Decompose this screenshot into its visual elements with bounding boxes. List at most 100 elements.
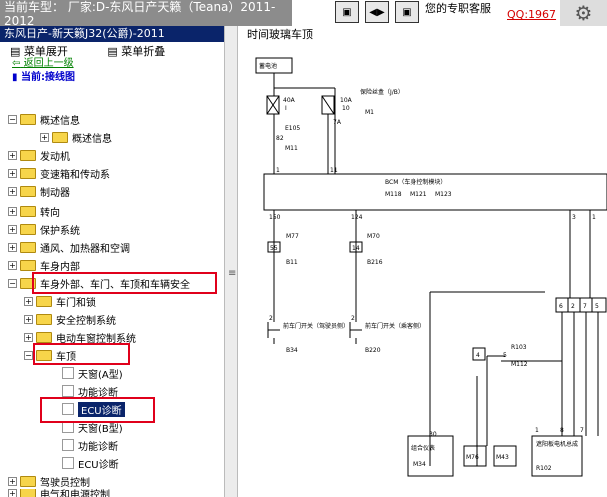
tree-item-transmission[interactable]: + 变速箱和传动系 (8, 164, 110, 182)
conn-7: 7 (583, 303, 587, 310)
tree-item-label: 通风、加热器和空调 (40, 243, 130, 255)
tree-item-engine[interactable]: + 发动机 (8, 146, 70, 164)
expand-icon[interactable]: + (8, 224, 17, 234)
document-icon (62, 385, 74, 397)
conn-8: 8 (560, 427, 564, 434)
conn-1: 1 (535, 427, 539, 434)
expand-icon[interactable]: + (8, 168, 17, 178)
m121-connector: M121 (410, 191, 427, 198)
e105-connector: E105 (285, 125, 300, 132)
highlight-ecu (40, 397, 155, 423)
b220-connector: B220 (365, 347, 381, 354)
wiring-diagram-pane: 时间玻璃车顶 蓄电池 40A I 10A 10 保险丝盒（J/B） M1 E10… (245, 26, 607, 497)
tree-item-label: 驾驶员控制 (40, 477, 90, 489)
b11-connector: B11 (286, 259, 298, 266)
pin-124: 124 (351, 214, 363, 221)
tree-item-security[interactable]: + 安全控制系统 (24, 310, 116, 328)
pin-150: 150 (269, 214, 281, 221)
fuse-box-label: 保险丝盒（J/B） (360, 88, 404, 96)
expand-icon[interactable]: + (8, 476, 17, 486)
wire-82: 82 (276, 135, 284, 142)
folder-icon (36, 295, 52, 307)
tree-item-protection[interactable]: + 保护系统 (8, 220, 80, 238)
model-header: 东风日产-新天籁J32(公爵)-2011 (0, 26, 224, 42)
tree-item-sunroof-a[interactable]: 天窗(A型) (62, 364, 123, 382)
tree-item-label: 变速箱和传动系 (40, 169, 110, 181)
m76-connector: M76 (466, 454, 479, 461)
nav-expand-icon: ◀▶ (369, 6, 385, 18)
conn-4: 4 (476, 352, 480, 359)
tree-item-overview-sub[interactable]: + 概述信息 (40, 128, 112, 146)
nav-last-button[interactable]: ▣ (395, 1, 419, 23)
grip-icon: ≡ (228, 268, 237, 279)
conn-2: 2 (571, 303, 575, 310)
tree-item-label: 制动器 (40, 187, 70, 199)
expand-icon[interactable]: + (24, 296, 33, 306)
wire-7a: 7A (333, 119, 342, 126)
pin-1: 1 (276, 167, 280, 174)
tree-item-function-diag-b[interactable]: 功能诊断 (62, 436, 118, 454)
expand-icon[interactable]: + (40, 132, 49, 142)
tree-item-label: 概述信息 (40, 115, 80, 127)
tree-item-overview[interactable]: − 概述信息 (8, 110, 80, 128)
expand-icon[interactable]: + (8, 260, 17, 270)
current-vehicle-title: 当前车型： 厂家:D-东风日产天籁（Teana）2011-2012 (0, 0, 292, 26)
nav-first-button[interactable]: ▣ (335, 1, 359, 23)
r102-connector: R102 (536, 465, 552, 472)
tree-item-label: 保护系统 (40, 225, 80, 237)
expand-icon[interactable]: + (8, 489, 17, 497)
tree-item-label: 转向 (40, 207, 60, 219)
document-icon (62, 457, 74, 469)
front-door-switch-driver: 前车门开关（驾驶员侧） (283, 322, 349, 330)
expand-icon[interactable]: + (24, 332, 33, 342)
expand-icon[interactable]: + (24, 314, 33, 324)
tree-item-steering[interactable]: + 转向 (8, 202, 60, 220)
conn-6: 6 (559, 303, 563, 310)
front-door-switch-passenger: 前车门开关（乘客侧） (365, 322, 425, 330)
m118-connector: M118 (385, 191, 402, 198)
tree-item-label: 功能诊断 (78, 441, 118, 453)
folder-icon (36, 313, 52, 325)
conn-7b: 7 (580, 427, 584, 434)
tree-item-label: 天窗(A型) (78, 369, 123, 381)
collapse-icon[interactable]: − (8, 114, 17, 124)
tree-item-ecu-diag-b[interactable]: ECU诊断 (62, 454, 119, 472)
sunshade-motor-label: 遮阳板电机总成 (536, 440, 578, 448)
combination-meter-label: 组合仪表 (411, 444, 435, 452)
tree-item-brakes[interactable]: + 制动器 (8, 182, 70, 200)
document-icon (62, 367, 74, 379)
expand-icon[interactable]: + (8, 150, 17, 160)
wiring-diagram: 蓄电池 40A I 10A 10 保险丝盒（J/B） M1 E105 82 M1… (255, 57, 607, 477)
m1-connector: M1 (365, 109, 374, 116)
tree-item-label: 概述信息 (72, 133, 112, 145)
pin-2b: 2 (351, 315, 355, 322)
tree-item-hvac[interactable]: + 通风、加热器和空调 (8, 238, 130, 256)
m123-connector: M123 (435, 191, 452, 198)
tree-item-electrical[interactable]: + 电气和电源控制 (8, 489, 110, 497)
diagram-title: 时间玻璃车顶 (247, 28, 313, 41)
expand-icon[interactable]: + (8, 206, 17, 216)
tree-item-driver-control[interactable]: + 驾驶员控制 (8, 472, 90, 490)
book-icon: ▮ (12, 72, 18, 83)
pin-30: 30 (429, 431, 437, 438)
nav-expand-button[interactable]: ◀▶ (365, 1, 389, 23)
qq-link[interactable]: QQ:1967 (507, 8, 556, 21)
collapse-icon[interactable]: − (8, 278, 17, 288)
back-link[interactable]: ⇦ 返回上一级 (12, 54, 74, 69)
pane-splitter[interactable]: ≡ (224, 26, 238, 497)
collapse-all-label: 菜单折叠 (121, 45, 166, 58)
tree-item-doors-locks[interactable]: + 车门和锁 (24, 292, 96, 310)
expand-icon[interactable]: + (8, 186, 17, 196)
service-label: 您的专职客服 (425, 2, 491, 15)
folder-icon (20, 149, 36, 161)
m43-connector: M43 (496, 454, 509, 461)
collapse-icon[interactable]: − (24, 350, 33, 360)
highlight-roof (33, 343, 130, 365)
r103-connector: R103 (511, 344, 527, 351)
fuse-10a-num: 10 (342, 105, 350, 112)
tree-item-label: ECU诊断 (78, 459, 119, 471)
expand-icon[interactable]: + (8, 242, 17, 252)
top-banner: 当前车型： 厂家:D-东风日产天籁（Teana）2011-2012 ▣ ◀▶ ▣… (0, 0, 607, 26)
pin-1b: 1 (592, 214, 596, 221)
collapse-all-button[interactable]: ▤ 菜单折叠 (107, 45, 183, 58)
